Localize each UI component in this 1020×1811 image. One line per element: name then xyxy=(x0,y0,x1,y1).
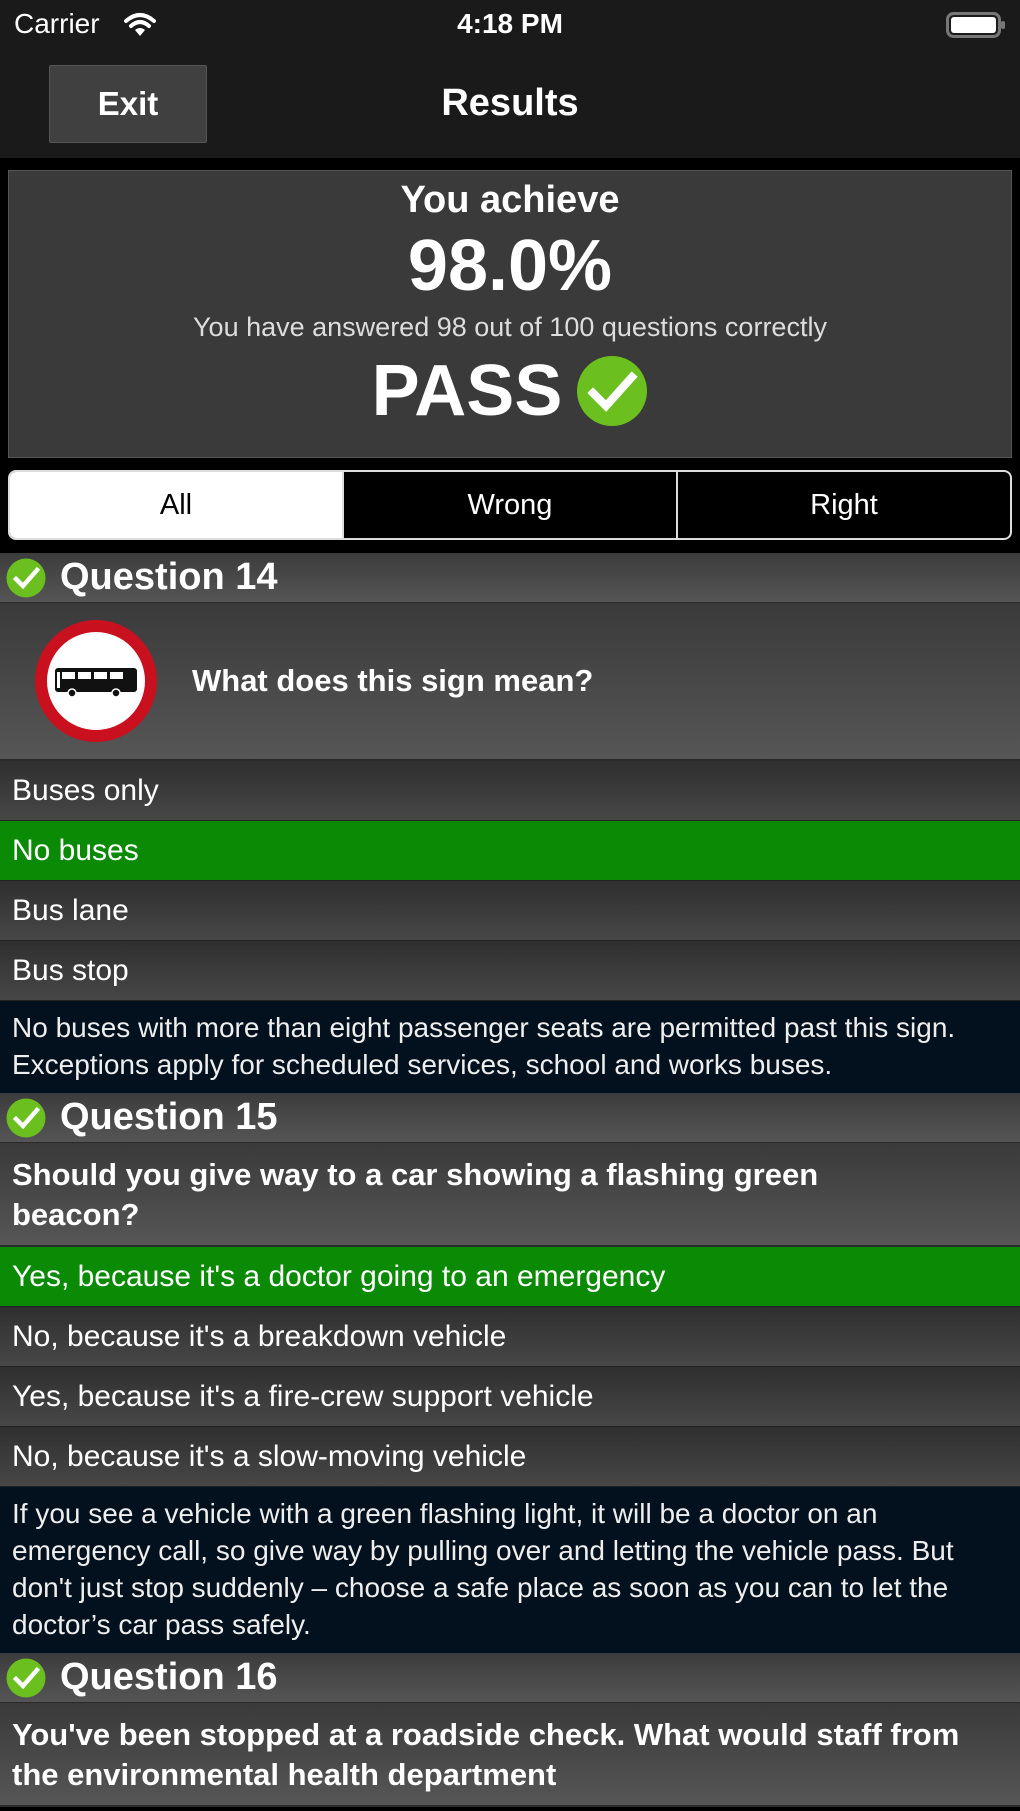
answer-option-correct[interactable]: No buses xyxy=(0,821,1020,881)
filter-segmented-control: All Wrong Right xyxy=(8,470,1012,540)
summary-heading: You achieve xyxy=(400,179,620,221)
status-time: 4:18 PM xyxy=(457,8,563,39)
result-row: PASS xyxy=(9,351,1011,431)
answer-explanation: No buses with more than eight passenger … xyxy=(0,1001,1020,1093)
question-body: You've been stopped at a roadside check.… xyxy=(0,1703,1020,1807)
results-summary: You achieve 98.0% You have answered 98 o… xyxy=(8,170,1012,458)
answer-option[interactable]: No, because it's a slow-moving vehicle xyxy=(0,1427,1020,1487)
question-title: Question 16 xyxy=(60,1656,278,1698)
question-body: Should you give way to a car showing a f… xyxy=(0,1143,1020,1247)
answer-option[interactable]: Buses only xyxy=(0,761,1020,821)
battery-icon xyxy=(946,12,1005,38)
check-circle-icon xyxy=(6,1098,46,1137)
question-header: Question 14 xyxy=(0,553,1020,603)
question-title: Question 14 xyxy=(60,556,278,598)
question-text: You've been stopped at a roadside check.… xyxy=(12,1717,960,1792)
answer-option[interactable]: Yes, because it's a fire-crew support ve… xyxy=(0,1367,1020,1427)
answer-explanation: If you see a vehicle with a green flashi… xyxy=(0,1487,1020,1653)
answer-option[interactable]: Bus lane xyxy=(0,881,1020,941)
result-label: PASS xyxy=(371,351,563,431)
check-circle-icon xyxy=(6,558,46,597)
check-circle-icon xyxy=(577,356,648,426)
question-body: What does this sign mean? xyxy=(0,603,1020,761)
segment-all[interactable]: All xyxy=(10,472,342,538)
segment-wrong[interactable]: Wrong xyxy=(342,472,676,538)
question-header: Question 15 xyxy=(0,1093,1020,1143)
question-text: Should you give way to a car showing a f… xyxy=(12,1157,819,1232)
nav-bar: Exit Results xyxy=(0,52,1020,158)
question-header: Question 16 xyxy=(0,1653,1020,1703)
exit-button[interactable]: Exit xyxy=(49,65,207,143)
status-bar: Carrier 4:18 PM xyxy=(0,0,1020,52)
results-list[interactable]: Question 14 What does this sign mean? Bu… xyxy=(0,553,1020,1807)
check-circle-icon xyxy=(6,1658,46,1697)
score-detail: You have answered 98 out of 100 question… xyxy=(193,312,827,342)
segment-right[interactable]: Right xyxy=(676,472,1010,538)
answer-option[interactable]: No, because it's a breakdown vehicle xyxy=(0,1307,1020,1367)
question-text: What does this sign mean? xyxy=(192,663,594,698)
answer-option[interactable]: Bus stop xyxy=(0,941,1020,1001)
answer-option-correct[interactable]: Yes, because it's a doctor going to an e… xyxy=(0,1247,1020,1307)
score-percent: 98.0% xyxy=(407,226,613,306)
question-title: Question 15 xyxy=(60,1096,278,1138)
no-buses-sign-icon xyxy=(35,620,157,742)
